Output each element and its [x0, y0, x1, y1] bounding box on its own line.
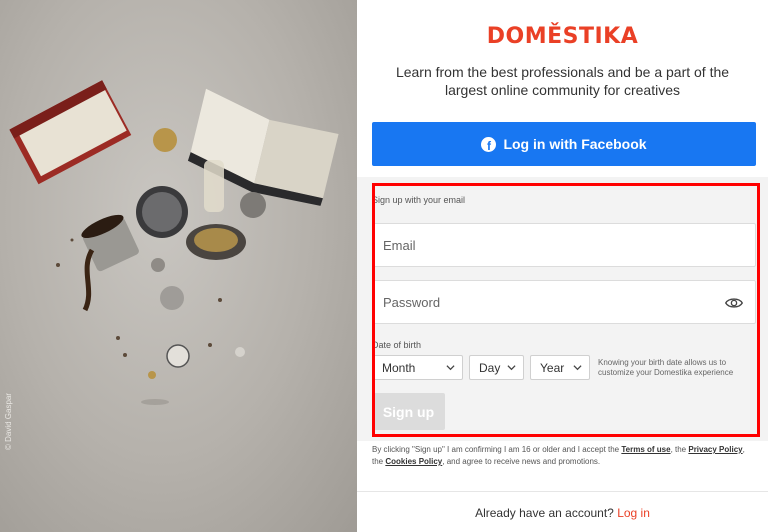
facebook-login-button[interactable]: f Log in with Facebook	[372, 122, 756, 166]
red-book	[9, 80, 132, 185]
coin	[148, 371, 156, 379]
coin	[151, 258, 165, 272]
glass-bottle	[204, 160, 224, 212]
facebook-login-label: Log in with Facebook	[503, 136, 647, 152]
footer: Already have an account? Log in	[357, 506, 768, 520]
tagline: Learn from the best professionals and be…	[395, 64, 730, 98]
highlight-box	[372, 183, 760, 437]
cookies-link[interactable]: Cookies Policy	[385, 457, 442, 466]
divider	[357, 491, 768, 492]
coin	[240, 192, 266, 218]
login-link[interactable]: Log in	[617, 506, 650, 520]
clock	[166, 344, 190, 368]
legal-text-part: , the	[670, 445, 689, 454]
coffee-splash	[82, 248, 95, 312]
legal-text-part: By clicking "Sign up" I am confirming I …	[372, 445, 622, 454]
coin	[235, 347, 245, 357]
privacy-link[interactable]: Privacy Policy	[688, 445, 742, 454]
legal-text-part: , and agree to receive news and promotio…	[442, 457, 601, 466]
domestika-logo[interactable]: DOMĚSTIKA	[357, 24, 768, 49]
signup-panel: DOMĚSTIKA Learn from the best profession…	[357, 0, 768, 532]
hero-image: © David Gaspar	[0, 0, 357, 532]
coin	[153, 128, 177, 152]
photo-credit: © David Gaspar	[4, 392, 13, 450]
terms-link[interactable]: Terms of use	[621, 445, 670, 454]
shadow	[141, 399, 169, 405]
facebook-icon: f	[481, 136, 497, 152]
legal-text: By clicking "Sign up" I am confirming I …	[372, 444, 756, 468]
floating-objects-illustration	[9, 80, 339, 405]
silver-nugget	[160, 286, 184, 310]
footer-text: Already have an account?	[475, 506, 614, 520]
